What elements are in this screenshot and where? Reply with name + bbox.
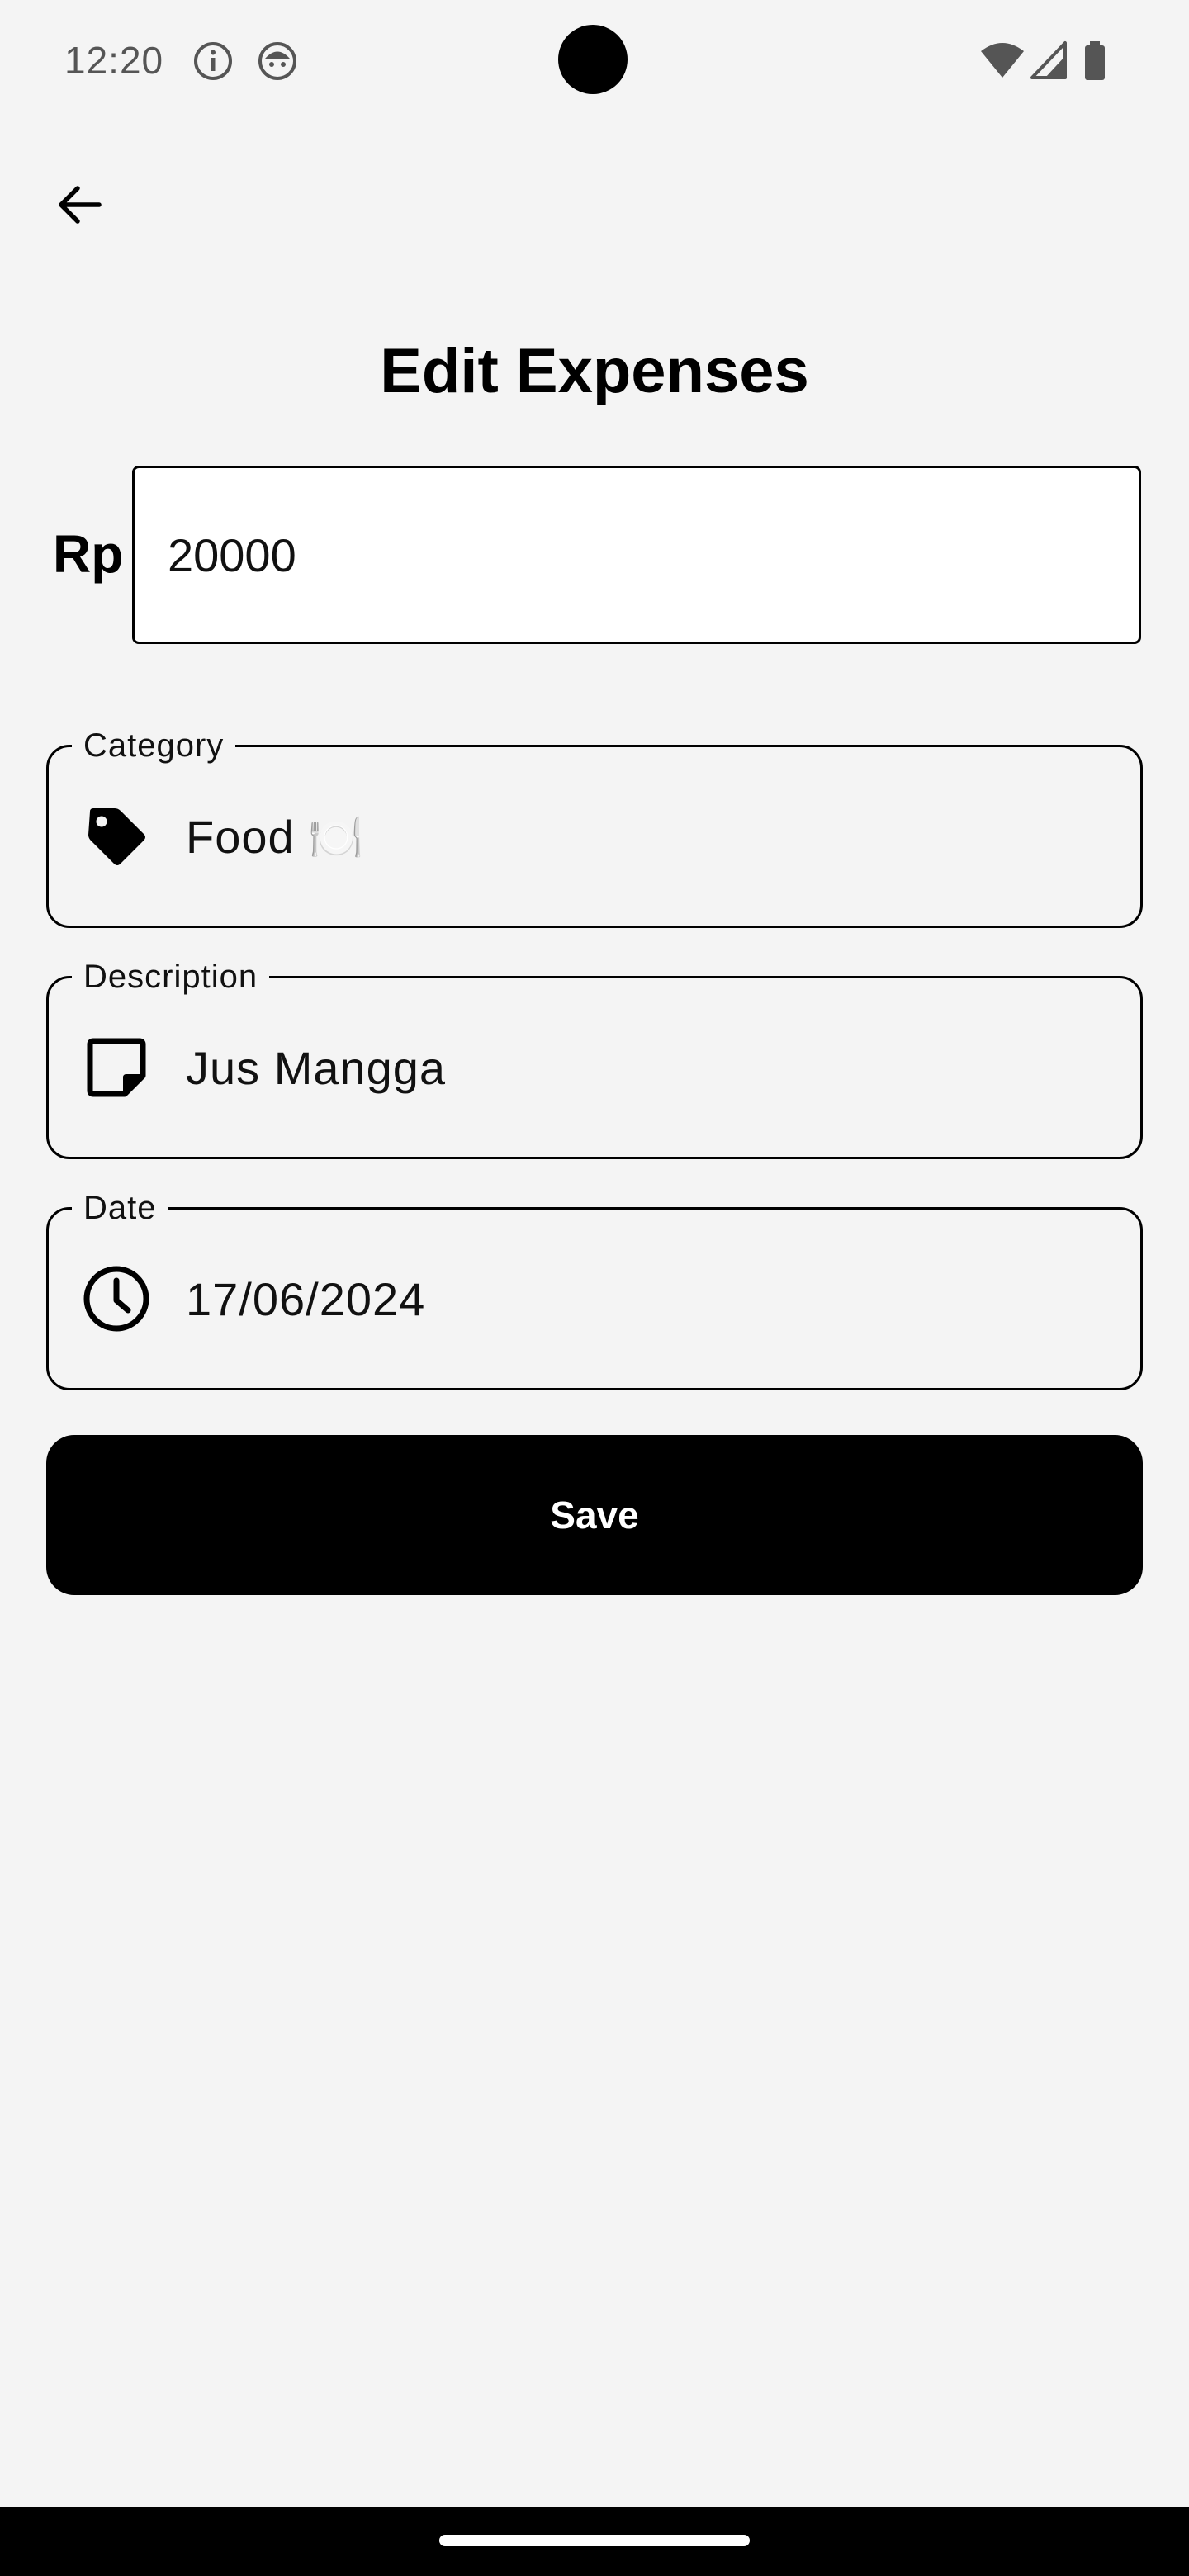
currency-label: Rp (53, 524, 124, 584)
page-title: Edit Expenses (380, 336, 809, 406)
description-field[interactable]: Description (46, 957, 1143, 1159)
category-value[interactable]: Food 🍽️ (186, 808, 364, 867)
cell-signal-icon (1029, 40, 1072, 83)
date-label: Date (72, 1188, 168, 1228)
plate-emoji-icon: 🍽️ (308, 813, 365, 863)
navigation-bar (0, 2507, 1189, 2576)
category-label: Category (72, 726, 236, 765)
wifi-icon (979, 40, 1024, 83)
category-field[interactable]: Category Food 🍽️ (46, 726, 1143, 928)
status-bar: 12:20 (0, 0, 1189, 124)
sticky-note-icon (82, 1033, 151, 1102)
home-gesture-handle[interactable] (439, 2535, 750, 2546)
android-face-icon (256, 40, 299, 83)
description-label: Description (72, 957, 270, 997)
date-value[interactable]: 17/06/2024 (186, 1271, 425, 1328)
status-time: 12:20 (64, 39, 164, 82)
back-button[interactable] (40, 165, 119, 244)
save-button[interactable]: Save (46, 1435, 1143, 1595)
category-text: Food (186, 811, 295, 863)
camera-cutout (558, 25, 628, 94)
battery-icon (1078, 40, 1121, 83)
description-input[interactable] (186, 1039, 1094, 1097)
tag-icon (82, 802, 151, 871)
date-field[interactable]: Date 17/06/2024 (46, 1188, 1143, 1390)
clock-icon (82, 1264, 151, 1333)
amount-input[interactable] (132, 466, 1141, 644)
arrow-left-icon (59, 186, 102, 224)
info-icon (192, 40, 234, 83)
